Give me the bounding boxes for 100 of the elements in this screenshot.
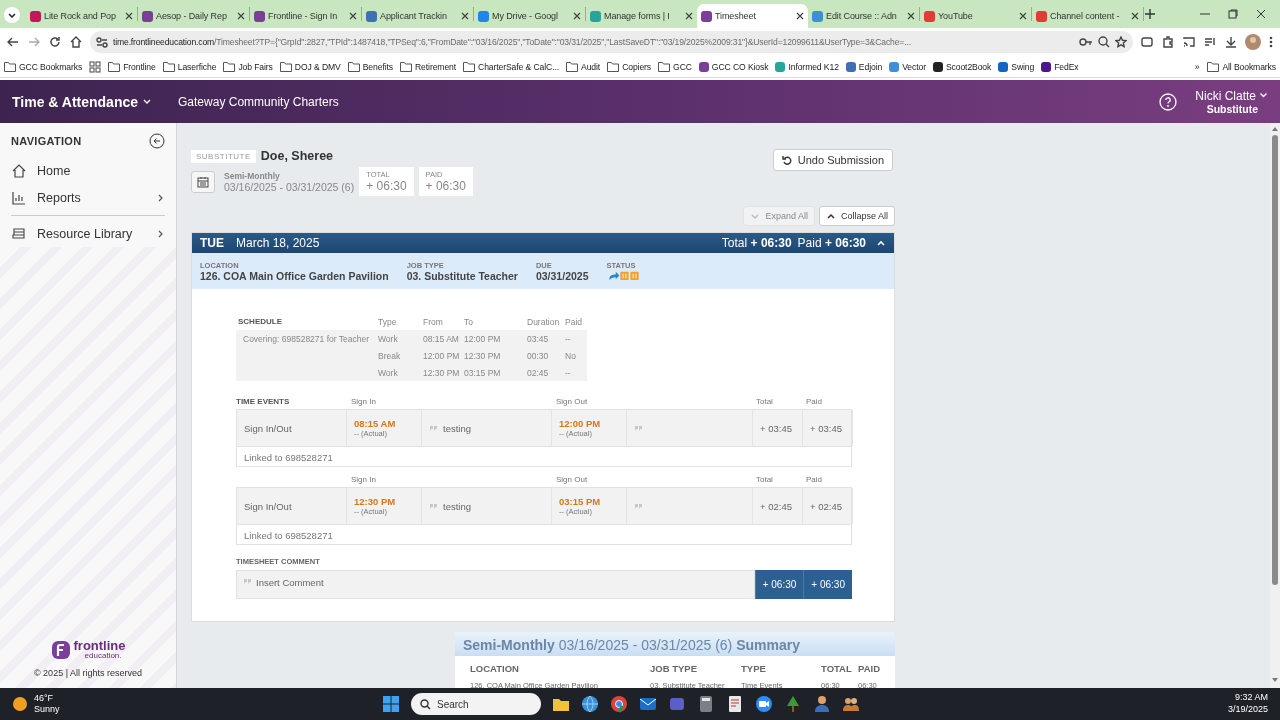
- bookmark[interactable]: GCC Bookmarks: [4, 61, 83, 72]
- bookmark[interactable]: FedEx: [1041, 61, 1079, 72]
- bookmark[interactable]: All Bookmarks: [1207, 61, 1276, 72]
- bookmark[interactable]: Informed K12: [775, 61, 839, 72]
- back-icon[interactable]: [6, 35, 20, 49]
- puzzle-icon[interactable]: [1161, 35, 1175, 49]
- close-icon[interactable]: [1131, 12, 1139, 20]
- browser-tab[interactable]: Edit Course :: Adn: [808, 4, 919, 28]
- quote-icon: [243, 577, 252, 585]
- nav-item[interactable]: Home: [11, 157, 165, 184]
- avatar-icon[interactable]: [1245, 34, 1261, 50]
- folder-icon: [463, 61, 476, 72]
- browser-tab[interactable]: Aesop - Daily Rep: [138, 4, 249, 28]
- column-label: Paid: [806, 475, 823, 486]
- summary-title: Semi-Monthly 03/16/2025 - 03/31/2025 (6) Summary: [455, 632, 895, 656]
- copyright-text: © 2025 | All rights reserved: [34, 668, 142, 678]
- reload-icon[interactable]: [48, 35, 62, 49]
- comment-cell: testing: [422, 410, 552, 446]
- navigation-heading: NAVIGATION: [11, 135, 82, 147]
- undo-submission-button[interactable]: Undo Submission: [772, 149, 893, 171]
- key-icon[interactable]: [1079, 36, 1093, 48]
- nav-item[interactable]: Resource Library: [11, 220, 165, 247]
- comment-field[interactable]: Insert Comment: [236, 570, 755, 599]
- bookmark[interactable]: DOJ & DMV: [279, 61, 341, 72]
- info-value: 03/31/2025: [535, 270, 589, 282]
- table-header: From: [422, 315, 444, 329]
- close-icon[interactable]: [796, 12, 804, 20]
- column-label: Total: [756, 397, 774, 408]
- close-icon[interactable]: [237, 12, 245, 20]
- bookmark[interactable]: GCC: [658, 61, 692, 72]
- more-icon[interactable]: [1268, 35, 1274, 49]
- bookmark[interactable]: Copiers: [607, 61, 652, 72]
- tab-list-button[interactable]: [4, 7, 20, 23]
- bookmark[interactable]: Vector: [889, 61, 926, 72]
- apps-icon[interactable]: [89, 60, 102, 73]
- more-bookmarks-button[interactable]: »: [1194, 61, 1200, 72]
- bookmark[interactable]: Edjoin: [845, 61, 883, 72]
- close-icon[interactable]: [1256, 9, 1266, 19]
- star-icon[interactable]: [1115, 36, 1127, 48]
- globe-icon[interactable]: [581, 695, 599, 713]
- mail-icon[interactable]: [639, 695, 657, 713]
- product-menu[interactable]: Time & Attendance: [12, 93, 153, 110]
- close-icon[interactable]: [907, 12, 915, 20]
- browser-tab[interactable]: YouTube: [920, 4, 1031, 28]
- close-icon[interactable]: [461, 12, 469, 20]
- table-header: Type: [377, 315, 398, 329]
- person-icon[interactable]: [813, 695, 831, 713]
- collapse-sidebar-icon[interactable]: [149, 133, 165, 149]
- close-icon[interactable]: [125, 12, 133, 20]
- chevron-down-icon: [1259, 92, 1268, 99]
- close-icon[interactable]: [349, 12, 357, 20]
- download-icon[interactable]: [1224, 35, 1238, 49]
- calculator-icon[interactable]: [697, 695, 715, 713]
- search-field[interactable]: Search: [411, 693, 541, 715]
- total-cell: + 06:30: [803, 570, 852, 599]
- browser-tab[interactable]: My Drive - Googl: [474, 4, 585, 28]
- browser-icon[interactable]: [610, 695, 628, 713]
- windows-icon[interactable]: [382, 695, 400, 713]
- column-label: Sign In: [351, 475, 377, 486]
- bookmark[interactable]: CharterSafe & CalC...: [463, 61, 560, 72]
- browser-tab[interactable]: Applicant Trackin: [362, 4, 473, 28]
- close-icon[interactable]: [1019, 12, 1027, 20]
- bookmark[interactable]: Scoot2Book: [932, 61, 992, 72]
- site-settings-icon[interactable]: [96, 36, 108, 48]
- cast-icon[interactable]: [1182, 35, 1196, 49]
- table-cell: Sign In/Out: [237, 410, 347, 446]
- close-icon[interactable]: [573, 12, 581, 20]
- browser-tab[interactable]: Manage forms | I: [586, 4, 697, 28]
- comment-cell: testing: [422, 488, 552, 524]
- nav-item[interactable]: Reports: [11, 184, 165, 211]
- home-icon[interactable]: [69, 35, 83, 49]
- user-menu[interactable]: Nicki Clatte Substitute: [1195, 88, 1268, 115]
- bookmark[interactable]: Job Fairs: [223, 61, 273, 72]
- new-tab-icon[interactable]: [1144, 8, 1156, 20]
- table-cell: 12:00 PM: [462, 330, 525, 347]
- bookmark[interactable]: Swing: [998, 61, 1035, 72]
- bookmark[interactable]: Retirement: [400, 61, 457, 72]
- collapse-all-button[interactable]: Collapse All: [818, 206, 895, 226]
- people-icon[interactable]: [842, 695, 860, 713]
- zoom-icon[interactable]: [1098, 36, 1110, 48]
- bookmark[interactable]: GCC CO Kiosk: [698, 61, 769, 72]
- bookmark[interactable]: Frontline: [108, 61, 156, 72]
- help-icon[interactable]: [1159, 92, 1178, 111]
- chevron-up-icon[interactable]: [876, 239, 886, 247]
- media-icon[interactable]: [1203, 35, 1217, 49]
- restore-icon[interactable]: [1228, 9, 1238, 19]
- table-cell: + 02:45: [753, 488, 803, 524]
- bookmark[interactable]: Audit: [566, 61, 601, 72]
- document-icon[interactable]: [726, 695, 744, 713]
- browser-tab[interactable]: Channel content -: [1032, 4, 1143, 28]
- browser-tab[interactable]: Lite Rock and Pop: [26, 4, 137, 28]
- bookmark[interactable]: Benefits: [347, 61, 393, 72]
- bookmark[interactable]: Laserfiche: [162, 61, 217, 72]
- calendar-button[interactable]: [191, 170, 215, 193]
- table-header: SCHEDULE: [237, 316, 283, 328]
- tree-icon[interactable]: [784, 695, 802, 713]
- browser-tab[interactable]: Timesheet: [697, 4, 808, 28]
- close-icon[interactable]: [685, 12, 693, 20]
- video-icon[interactable]: [755, 695, 773, 713]
- browser-tab[interactable]: Frontline - Sign In: [250, 4, 361, 28]
